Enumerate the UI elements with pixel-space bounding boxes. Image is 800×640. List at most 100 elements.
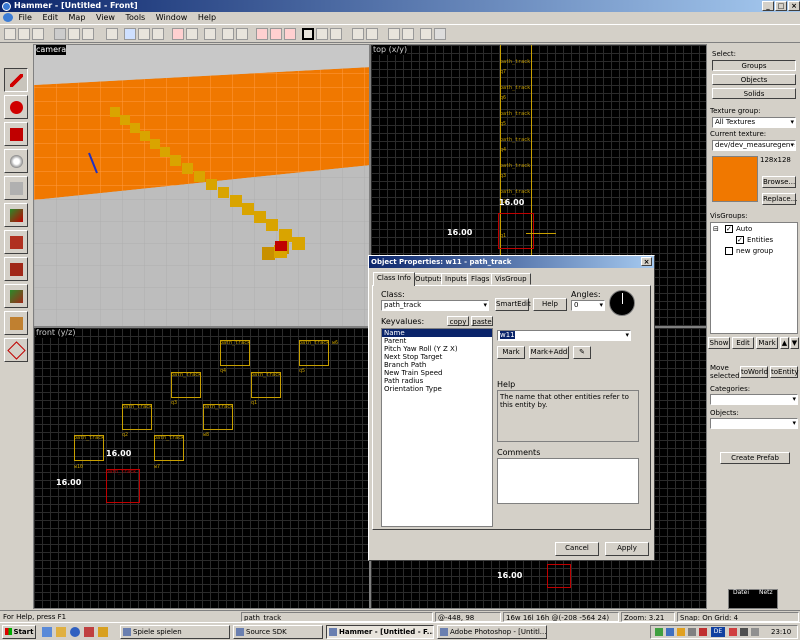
objects-select[interactable]: ▾ — [710, 418, 798, 429]
arrow-up-icon[interactable]: ▲ — [780, 337, 789, 349]
task-source-sdk[interactable]: Source SDK — [233, 625, 323, 639]
menu-tools[interactable]: Tools — [126, 13, 146, 22]
camera-tool[interactable] — [4, 122, 28, 146]
cut-icon[interactable] — [124, 28, 136, 40]
visgroup-entities[interactable]: Entities — [747, 236, 773, 244]
tray-display-icon[interactable] — [740, 628, 748, 636]
keyvalue-item[interactable]: Pitch Yaw Roll (Y Z X) — [382, 345, 492, 353]
keyvalue-item[interactable]: Branch Path — [382, 361, 492, 369]
texture-lock-icon[interactable] — [284, 28, 296, 40]
entity-tool[interactable] — [4, 149, 28, 173]
task-hammer[interactable]: Hammer - [Untitled - F... — [326, 625, 434, 639]
tray-steam-icon[interactable] — [666, 628, 674, 636]
tray-shield-icon[interactable] — [729, 628, 737, 636]
block-tool[interactable] — [4, 176, 28, 200]
toggle-visgroup-icon[interactable] — [256, 28, 268, 40]
menu-file[interactable]: File — [19, 13, 32, 22]
selected-entity-side[interactable] — [547, 564, 571, 588]
cancel-button[interactable]: Cancel — [555, 542, 599, 556]
quicklaunch-desktop-icon[interactable] — [42, 627, 52, 637]
paste-icon[interactable] — [152, 28, 164, 40]
selection-box-icon[interactable] — [302, 28, 314, 40]
camera-viewport[interactable]: camera — [33, 44, 370, 327]
menu-window[interactable]: Window — [156, 13, 188, 22]
task-photoshop[interactable]: Adobe Photoshop - [Untitl... — [437, 625, 547, 639]
overlay-tool[interactable] — [4, 284, 28, 308]
maximize-button[interactable]: □ — [775, 1, 787, 11]
browse-button[interactable]: Browse... — [762, 176, 796, 188]
to-entity-button[interactable]: toEntity — [770, 366, 798, 378]
grid-larger-icon[interactable] — [82, 28, 94, 40]
keyvalue-item[interactable]: Orientation Type — [382, 385, 492, 393]
open-file-icon[interactable] — [18, 28, 30, 40]
tab-class-info[interactable]: Class Info — [373, 272, 415, 286]
keyvalues-list[interactable]: Name Parent Pitch Yaw Roll (Y Z X) Next … — [381, 328, 493, 527]
tray-network-icon[interactable] — [655, 628, 663, 636]
keyvalue-item[interactable]: Next Stop Target — [382, 353, 492, 361]
quicklaunch-explorer-icon[interactable] — [56, 627, 66, 637]
solids-button[interactable]: Solids — [712, 88, 796, 99]
show-button[interactable]: Show — [708, 337, 730, 349]
tray-antivirus-icon[interactable] — [699, 628, 707, 636]
selection-tool[interactable] — [4, 68, 28, 92]
current-texture-select[interactable]: dev/dev_measuregene ▾ — [712, 140, 796, 151]
group-icon[interactable] — [172, 28, 184, 40]
apply-texture-tool[interactable] — [4, 230, 28, 254]
mark-add-button[interactable]: Mark+Add — [529, 346, 569, 359]
snap-to-grid-icon[interactable] — [352, 28, 364, 40]
tab-visgroup[interactable]: VisGroup — [491, 273, 531, 285]
menu-help[interactable]: Help — [198, 13, 216, 22]
selected-entity-top[interactable] — [498, 213, 534, 249]
mark-button[interactable]: Mark — [756, 337, 778, 349]
smartedit-button[interactable]: SmartEdit — [495, 298, 531, 311]
tray-volume-icon[interactable] — [688, 628, 696, 636]
vertex-tool[interactable] — [4, 338, 28, 362]
hide-selected-icon[interactable] — [204, 28, 216, 40]
3d-grid-icon[interactable] — [106, 28, 118, 40]
texture-lock-scale-icon[interactable] — [402, 28, 414, 40]
quicklaunch-media-icon[interactable] — [84, 627, 94, 637]
create-prefab-button[interactable]: Create Prefab — [720, 452, 790, 464]
copy-button[interactable]: copy — [447, 316, 469, 326]
texture-tool[interactable] — [4, 203, 28, 227]
tray-speaker-icon[interactable] — [751, 628, 759, 636]
visgroup-auto[interactable]: Auto — [736, 225, 752, 233]
arrow-down-icon[interactable]: ▼ — [790, 337, 799, 349]
groups-button[interactable]: Groups — [712, 60, 796, 71]
tray-messenger-icon[interactable] — [677, 628, 685, 636]
paste-button[interactable]: paste — [471, 316, 493, 326]
document-icon[interactable] — [3, 13, 13, 22]
compile-icon[interactable] — [434, 28, 446, 40]
new-group-checkbox[interactable] — [725, 247, 733, 255]
texture-group-select[interactable]: All Textures ▾ — [712, 117, 796, 128]
close-button[interactable]: × — [788, 1, 800, 11]
menu-view[interactable]: View — [96, 13, 115, 22]
objects-button[interactable]: Objects — [712, 74, 796, 85]
select-by-handle-icon[interactable] — [316, 28, 328, 40]
tray-language[interactable]: DE — [711, 627, 725, 637]
quicklaunch-browser-icon[interactable] — [70, 627, 80, 637]
keyvalue-item[interactable]: Path radius — [382, 377, 492, 385]
new-file-icon[interactable] — [4, 28, 16, 40]
apply-button[interactable]: Apply — [605, 542, 649, 556]
run-map-icon[interactable] — [366, 28, 378, 40]
dialog-close-button[interactable]: × — [641, 257, 652, 266]
replace-button[interactable]: Replace... — [762, 193, 797, 205]
auto-checkbox[interactable]: ✓ — [725, 225, 733, 233]
mark-entity-button[interactable]: Mark — [497, 346, 525, 359]
toggle-helpers-icon[interactable] — [420, 28, 432, 40]
save-file-icon[interactable] — [32, 28, 44, 40]
expand-icon[interactable]: ⊟ — [713, 225, 719, 233]
keyvalue-item[interactable]: Name — [382, 329, 492, 337]
toggle-entity-icon[interactable] — [270, 28, 282, 40]
grid-icon[interactable] — [54, 28, 66, 40]
to-world-button[interactable]: toWorld — [740, 366, 768, 378]
categories-select[interactable]: ▾ — [710, 394, 798, 405]
copy-icon[interactable] — [138, 28, 150, 40]
magnify-tool[interactable] — [4, 95, 28, 119]
minimize-button[interactable]: _ — [762, 1, 774, 11]
start-button[interactable]: Start — [2, 625, 36, 639]
angle-dial[interactable] — [609, 290, 635, 316]
task-spiele-spielen[interactable]: Spiele spielen — [120, 625, 230, 639]
keyvalue-item[interactable]: New Train Speed — [382, 369, 492, 377]
